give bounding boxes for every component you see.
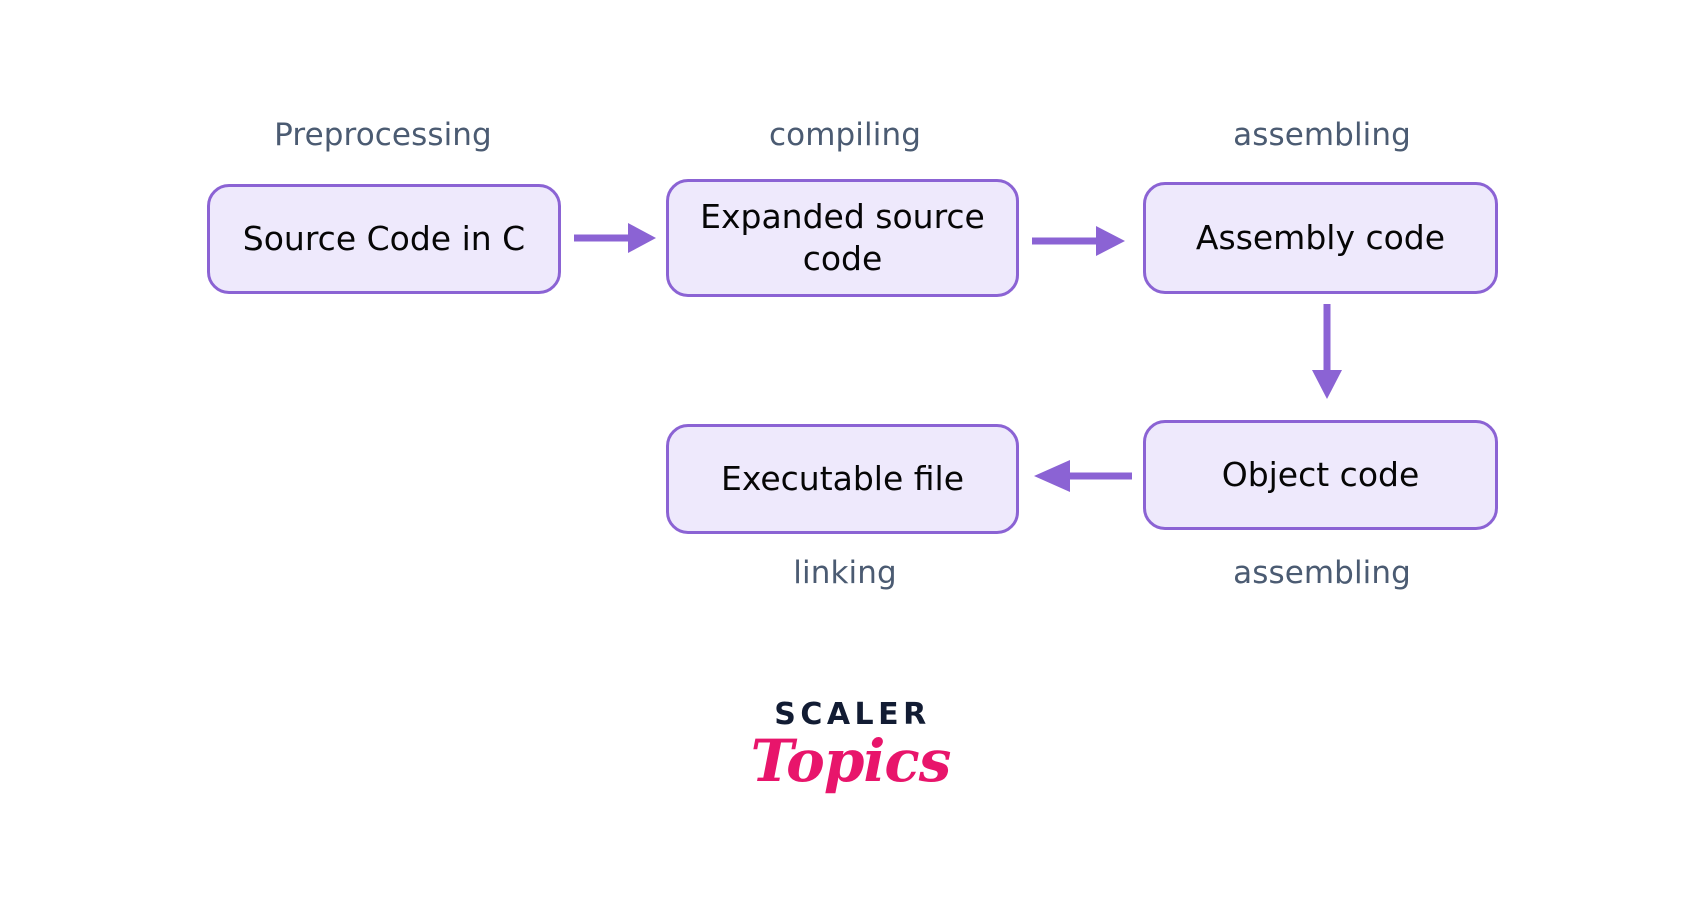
stage-label-assembling-bottom: assembling xyxy=(1233,555,1411,591)
stage-label-compiling: compiling xyxy=(769,117,921,153)
arrow-expanded-to-assembly xyxy=(1032,226,1125,256)
node-assembly-code-label: Assembly code xyxy=(1195,217,1446,257)
node-executable-file[interactable]: Executable file xyxy=(666,424,1019,534)
logo-tagline: Topics xyxy=(750,727,952,795)
stage-label-linking: linking xyxy=(793,555,897,591)
node-executable-file-label: Executable file xyxy=(720,458,965,498)
node-object-code-label: Object code xyxy=(1221,454,1420,494)
arrow-object-to-executable xyxy=(1034,460,1132,492)
logo-wordmark: SCALER xyxy=(774,697,931,732)
stage-label-assembling-top: assembling xyxy=(1233,117,1411,153)
node-expanded-source-code-label: Expanded source code xyxy=(700,196,985,278)
node-object-code[interactable]: Object code xyxy=(1143,420,1498,530)
arrow-source-to-expanded xyxy=(574,223,656,253)
scaler-topics-logo: SCALER Topics xyxy=(0,697,1701,795)
diagram-canvas: Preprocessing compiling assembling linki… xyxy=(0,0,1701,914)
node-assembly-code[interactable]: Assembly code xyxy=(1143,182,1498,294)
node-source-code-label: Source Code in C xyxy=(242,218,526,258)
node-expanded-source-code[interactable]: Expanded source code xyxy=(666,179,1019,297)
stage-label-preprocessing: Preprocessing xyxy=(274,117,492,153)
node-source-code[interactable]: Source Code in C xyxy=(207,184,561,294)
arrow-assembly-to-object xyxy=(1312,304,1342,399)
